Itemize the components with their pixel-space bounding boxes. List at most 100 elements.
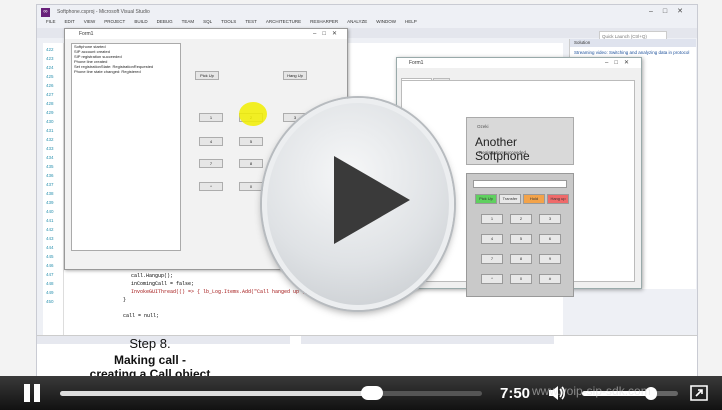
keypad-key[interactable]: 0 xyxy=(510,274,532,284)
keypad-key[interactable]: # xyxy=(539,274,561,284)
video-frame: ∞ Softphone.csproj - Microsoft Visual St… xyxy=(0,0,722,410)
call-log-listbox[interactable]: Softphone started SIP account created SIP … xyxy=(71,43,181,251)
code-line: } xyxy=(123,297,127,303)
keypad-key[interactable]: 8 xyxy=(510,254,532,264)
line-number: 446 xyxy=(46,263,54,268)
keypad-panel: Pick Up Transfer Hold Hang up 1 2 3 4 5 … xyxy=(466,173,574,297)
solution-panel-title: Solution xyxy=(570,39,696,47)
line-number: 435 xyxy=(46,164,54,169)
vs-titlebar: ∞ Softphone.csproj - Microsoft Visual St… xyxy=(37,5,697,19)
line-number: 445 xyxy=(46,254,54,259)
brand-small-text: Ozeki xyxy=(477,124,489,129)
pick-up-button[interactable]: Pick Up xyxy=(195,71,219,80)
line-number: 448 xyxy=(46,281,54,286)
pick-up-key[interactable]: Pick Up xyxy=(475,194,497,204)
line-number: 438 xyxy=(46,191,54,196)
line-number: 427 xyxy=(46,92,54,97)
step-title-line1: Making call - xyxy=(113,353,187,367)
keypad-button[interactable]: 1 xyxy=(199,113,223,122)
log-entry: Phone line state changed: Registered xyxy=(74,69,141,74)
code-line: call = null; xyxy=(123,313,160,319)
error-panel-header xyxy=(301,336,554,344)
cursor-highlight xyxy=(239,102,267,126)
pause-icon xyxy=(34,384,40,402)
menu-item[interactable]: VIEW xyxy=(84,19,96,24)
keypad-key[interactable]: 6 xyxy=(539,234,561,244)
vs-title-text: Softphone.csproj - Microsoft Visual Stud… xyxy=(57,9,150,15)
code-line: call.Hangup(); xyxy=(131,273,174,279)
keypad-key[interactable]: 3 xyxy=(539,214,561,224)
menu-item[interactable]: EDIT xyxy=(65,19,75,24)
transfer-key[interactable]: Transfer xyxy=(499,194,521,204)
line-number: 424 xyxy=(46,65,54,70)
keypad-key[interactable]: 9 xyxy=(539,254,561,264)
menu-item[interactable]: DEBUG xyxy=(157,19,173,24)
hang-up-key[interactable]: Hang up xyxy=(547,194,569,204)
keypad-key[interactable]: * xyxy=(481,274,503,284)
keypad-key[interactable]: 7 xyxy=(481,254,503,264)
line-number: 447 xyxy=(46,272,54,277)
step-number: Step 8. xyxy=(129,336,171,351)
vs-window-buttons[interactable]: –□✕ xyxy=(649,7,693,15)
fullscreen-icon[interactable] xyxy=(690,385,708,401)
hang-up-button[interactable]: Hang Up xyxy=(283,71,307,80)
code-line: inComingCall = false; xyxy=(131,281,195,287)
keypad-button[interactable]: 7 xyxy=(199,159,223,168)
menu-item[interactable]: SQL xyxy=(203,19,212,24)
keypad-key[interactable]: 1 xyxy=(481,214,503,224)
menu-item[interactable]: TEAM xyxy=(182,19,195,24)
line-number: 422 xyxy=(46,47,54,52)
play-triangle-icon xyxy=(334,156,410,244)
keypad-button[interactable]: 0 xyxy=(239,182,263,191)
seek-bar[interactable] xyxy=(60,386,482,400)
line-number: 442 xyxy=(46,227,54,232)
line-number: 433 xyxy=(46,146,54,151)
menu-item[interactable]: PROJECT xyxy=(104,19,125,24)
line-number: 436 xyxy=(46,173,54,178)
menu-item[interactable]: TOOLS xyxy=(221,19,236,24)
seek-bar-progress xyxy=(60,391,373,396)
form2-window-buttons[interactable]: –□✕ xyxy=(605,59,635,66)
keypad-button[interactable]: 8 xyxy=(239,159,263,168)
line-number: 441 xyxy=(46,218,54,223)
line-number: 434 xyxy=(46,155,54,160)
line-number: 425 xyxy=(46,74,54,79)
pause-button[interactable] xyxy=(24,384,42,402)
menu-item[interactable]: RESHARPER xyxy=(310,19,338,24)
menu-item[interactable]: WINDOW xyxy=(376,19,396,24)
form1-window-buttons[interactable]: –□✕ xyxy=(313,30,343,37)
line-number: 430 xyxy=(46,119,54,124)
line-number: 432 xyxy=(46,137,54,142)
menu-item[interactable]: BUILD xyxy=(134,19,147,24)
seek-bar-handle[interactable] xyxy=(361,386,384,400)
menu-item[interactable]: HELP xyxy=(405,19,417,24)
keypad-key[interactable]: 5 xyxy=(510,234,532,244)
line-number: 426 xyxy=(46,83,54,88)
line-number: 431 xyxy=(46,128,54,133)
brand-name: Another Softphone xyxy=(475,135,530,163)
menu-item[interactable]: FILE xyxy=(46,19,56,24)
line-number: 437 xyxy=(46,182,54,187)
hold-key[interactable]: Hold xyxy=(523,194,545,204)
line-number: 443 xyxy=(46,236,54,241)
line-number-gutter: 422 423 424 425 426 427 428 429 430 431 432 433 434 4… xyxy=(43,43,64,343)
line-number: 444 xyxy=(46,245,54,250)
line-number: 423 xyxy=(46,56,54,61)
menu-item[interactable]: ARCHITECTURE xyxy=(266,19,301,24)
vs-logo-icon: ∞ xyxy=(41,8,50,17)
line-number: 439 xyxy=(46,200,54,205)
keypad-button[interactable]: 4 xyxy=(199,137,223,146)
dial-display-input[interactable] xyxy=(473,180,567,188)
form1-title: Form1 xyxy=(65,29,347,39)
brand-panel: Ozeki Another Softphone Registration suc… xyxy=(466,117,574,165)
keypad-button[interactable]: 5 xyxy=(239,137,263,146)
menu-item[interactable]: TEST xyxy=(245,19,257,24)
keypad-button[interactable]: * xyxy=(199,182,223,191)
line-number: 429 xyxy=(46,110,54,115)
line-number: 440 xyxy=(46,209,54,214)
keypad-key[interactable]: 4 xyxy=(481,234,503,244)
pause-icon xyxy=(24,384,30,402)
code-line: InvokeGUIThread(() => { lb_Log.Items.Add… xyxy=(131,289,321,295)
keypad-key[interactable]: 2 xyxy=(510,214,532,224)
menu-item[interactable]: ANALYZE xyxy=(347,19,367,24)
